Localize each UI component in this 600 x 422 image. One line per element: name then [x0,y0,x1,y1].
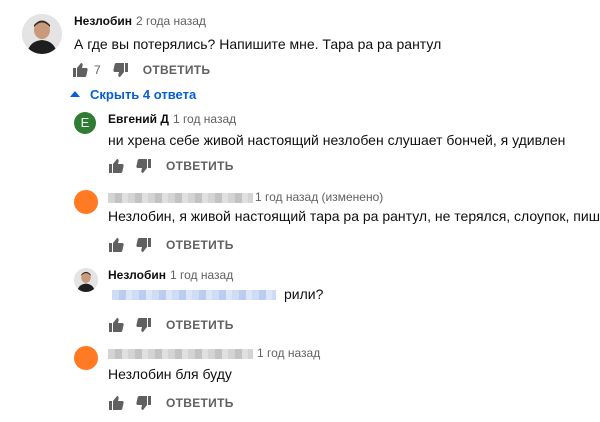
reply-meta: Незлобин 1 год назад [108,268,233,282]
avatar-letter: Е [80,115,90,130]
reply-button[interactable]: ОТВЕТИТЬ [166,159,234,173]
like-icon[interactable] [108,237,124,253]
comment-actions: 7 ОТВЕТИТЬ [72,60,210,80]
like-icon[interactable] [108,317,124,333]
reply-actions: ОТВЕТИТЬ [108,235,234,255]
comment-time[interactable]: 2 года назад [136,14,206,28]
reply-button[interactable]: ОТВЕТИТЬ [166,238,234,252]
dislike-icon[interactable] [136,237,152,253]
reply-actions: ОТВЕТИТЬ [108,393,234,413]
avatar[interactable] [74,268,98,292]
reply-text-content: Незлобин, я живой настоящий тара ра ра р… [108,208,600,224]
reply-time[interactable]: 1 год назад [170,268,233,282]
avatar[interactable] [22,14,62,54]
reply-actions: ОТВЕТИТЬ [108,156,234,176]
reply-button[interactable]: ОТВЕТИТЬ [143,63,211,77]
dislike-icon[interactable] [113,62,129,78]
reply-button[interactable]: ОТВЕТИТЬ [166,318,234,332]
comment-meta: Незлобин 2 года назад [74,14,206,28]
like-count: 7 [94,63,101,77]
reply-time[interactable]: 1 год назад [173,112,236,126]
comment-author[interactable]: Незлобин [74,14,132,28]
reply-meta: 1 год назад (изменено) [255,190,383,204]
comment-text: А где вы потерялись? Напишите мне. Тара … [74,36,442,52]
chevron-up-icon [70,85,80,103]
reply-author[interactable]: Евгений Д [108,112,169,126]
reply-text: рили? [284,286,324,302]
reply-text: ни хрена себе живой настоящий незлобен с… [108,132,566,148]
reply-button[interactable]: ОТВЕТИТЬ [166,396,234,410]
reply-time[interactable]: 1 год назад [257,346,320,360]
like-icon[interactable] [108,158,124,174]
reply-actions: ОТВЕТИТЬ [108,315,234,335]
dislike-icon[interactable] [136,395,152,411]
avatar-photo-icon [74,268,98,292]
dislike-icon[interactable] [136,158,152,174]
like-icon[interactable] [108,395,124,411]
avatar[interactable]: Е [74,112,96,134]
like-icon[interactable] [72,62,88,78]
redacted-author [108,193,253,203]
reply-time[interactable]: 1 год назад (изменено) [255,190,383,204]
avatar-photo-icon [22,14,62,54]
reply-meta: 1 год назад [257,346,320,360]
avatar[interactable] [74,346,98,370]
reply-text: Незлобин, я живой настоящий тара ра ра р… [108,208,600,225]
reply-meta: Евгений Д 1 год назад [108,112,236,126]
reply-author[interactable]: Незлобин [108,268,166,282]
redacted-author [108,349,253,359]
hide-replies-toggle[interactable]: Скрыть 4 ответа [70,85,196,103]
hide-replies-label: Скрыть 4 ответа [90,86,197,102]
avatar[interactable] [74,190,98,214]
reply-text: Незлобин бля буду [108,366,232,382]
dislike-icon[interactable] [136,317,152,333]
redacted-mention-link[interactable] [112,290,276,300]
